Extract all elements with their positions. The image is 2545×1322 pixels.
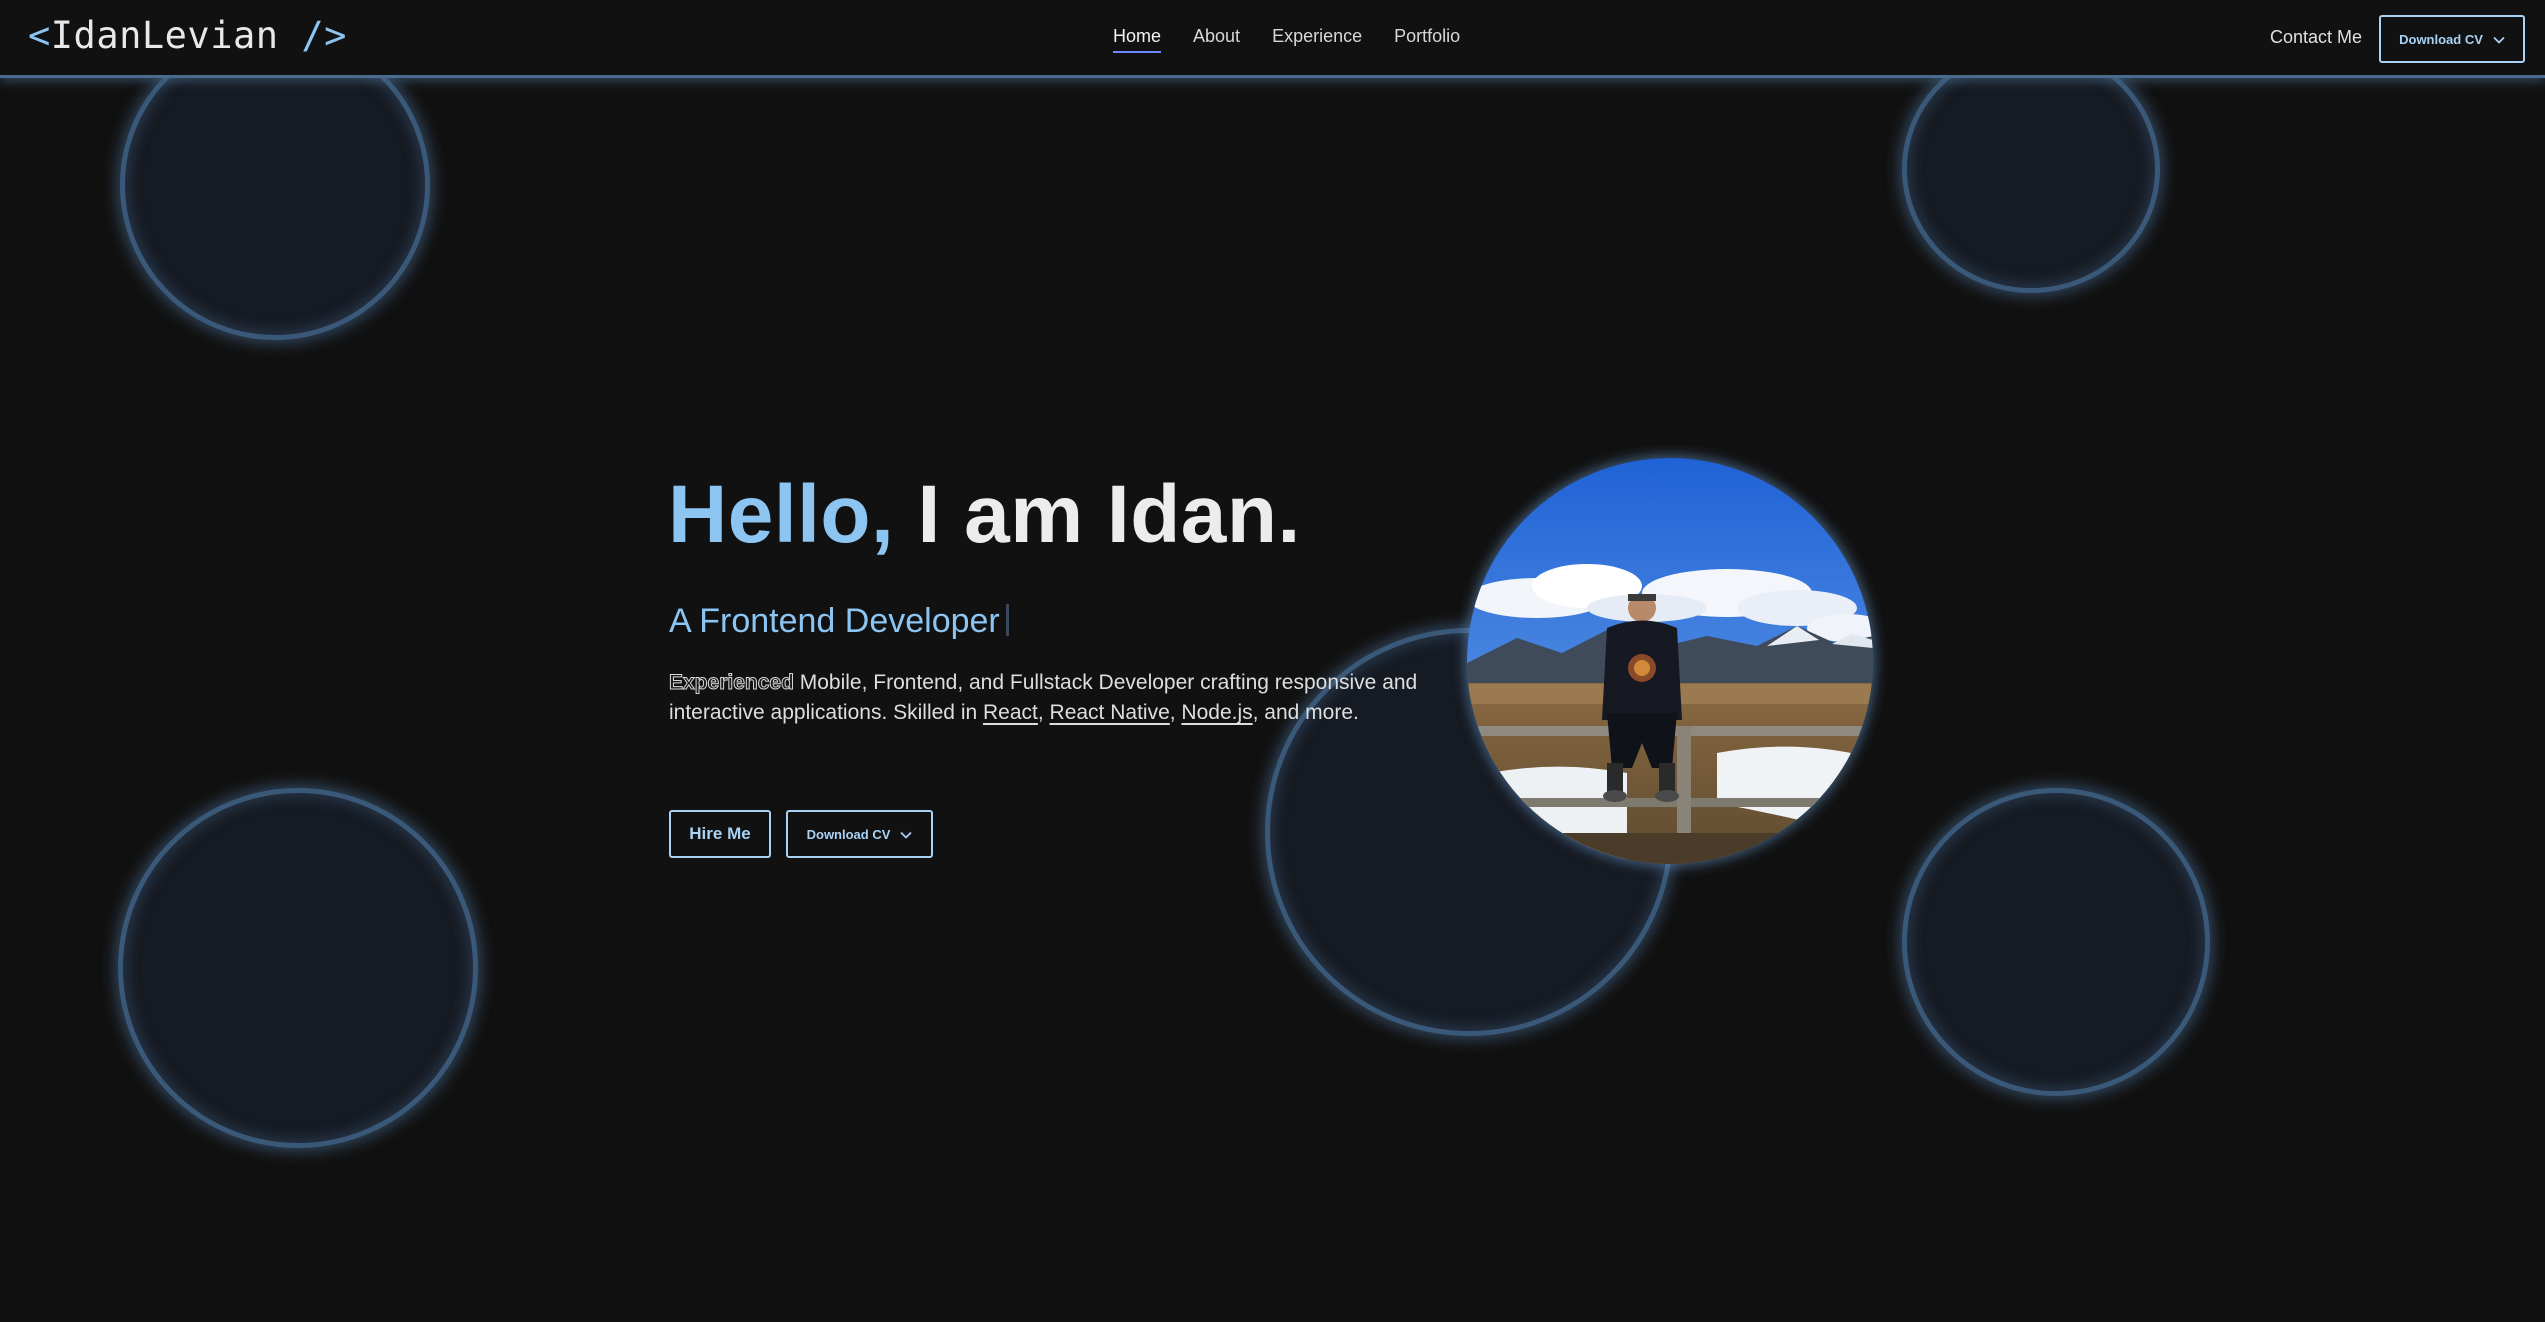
contact-me-link[interactable]: Contact Me (2270, 27, 2362, 48)
chevron-down-icon (900, 827, 913, 842)
download-cv-label: Download CV (806, 826, 891, 842)
skill-react: React (983, 701, 1038, 724)
chevron-down-icon (2493, 32, 2505, 47)
logo-open-bracket: < (28, 14, 51, 57)
hero-role: A Frontend Developer (669, 602, 1009, 641)
main-nav: Home About Experience Portfolio (1113, 26, 1460, 53)
page: <IdanLevian /> Home About Experience Por… (0, 0, 2545, 1322)
navbar: <IdanLevian /> Home About Experience Por… (0, 0, 2545, 78)
decorative-bubble (1902, 45, 2160, 293)
bio-emphasis: Experienced (669, 671, 795, 695)
download-cv-label: Download CV (2399, 31, 2483, 47)
hero-download-cv-button[interactable]: Download CV (786, 810, 933, 858)
role-text: A Frontend Developer (669, 602, 1000, 640)
skill-react-native: React Native (1049, 701, 1170, 724)
nav-link-home[interactable]: Home (1113, 26, 1162, 53)
hire-me-button[interactable]: Hire Me (669, 810, 771, 858)
bio-ending: , and more. (1252, 701, 1359, 724)
decorative-bubble (1902, 788, 2210, 1096)
profile-photo (1467, 458, 1873, 864)
greeting-rest: I am Idan. (894, 469, 1301, 560)
nav-link-experience[interactable]: Experience (1272, 26, 1362, 53)
logo-name: IdanLevian (50, 14, 279, 57)
bio-separator: , (1037, 701, 1050, 724)
typing-cursor (1005, 604, 1009, 636)
skill-nodejs: Node.js (1181, 701, 1253, 724)
site-logo[interactable]: <IdanLevian /> (28, 14, 347, 57)
nav-link-portfolio[interactable]: Portfolio (1394, 26, 1460, 53)
nav-link-about[interactable]: About (1193, 26, 1240, 53)
bio-separator: , (1169, 701, 1182, 724)
nav-download-cv-button[interactable]: Download CV (2379, 15, 2525, 63)
hero-greeting: Hello, I am Idan. (668, 468, 1301, 562)
hero-bio: Experienced Mobile, Frontend, and Fullst… (669, 668, 1439, 728)
logo-close-bracket: /> (278, 14, 347, 57)
greeting-accent: Hello, (668, 469, 895, 560)
decorative-bubble (118, 788, 478, 1148)
